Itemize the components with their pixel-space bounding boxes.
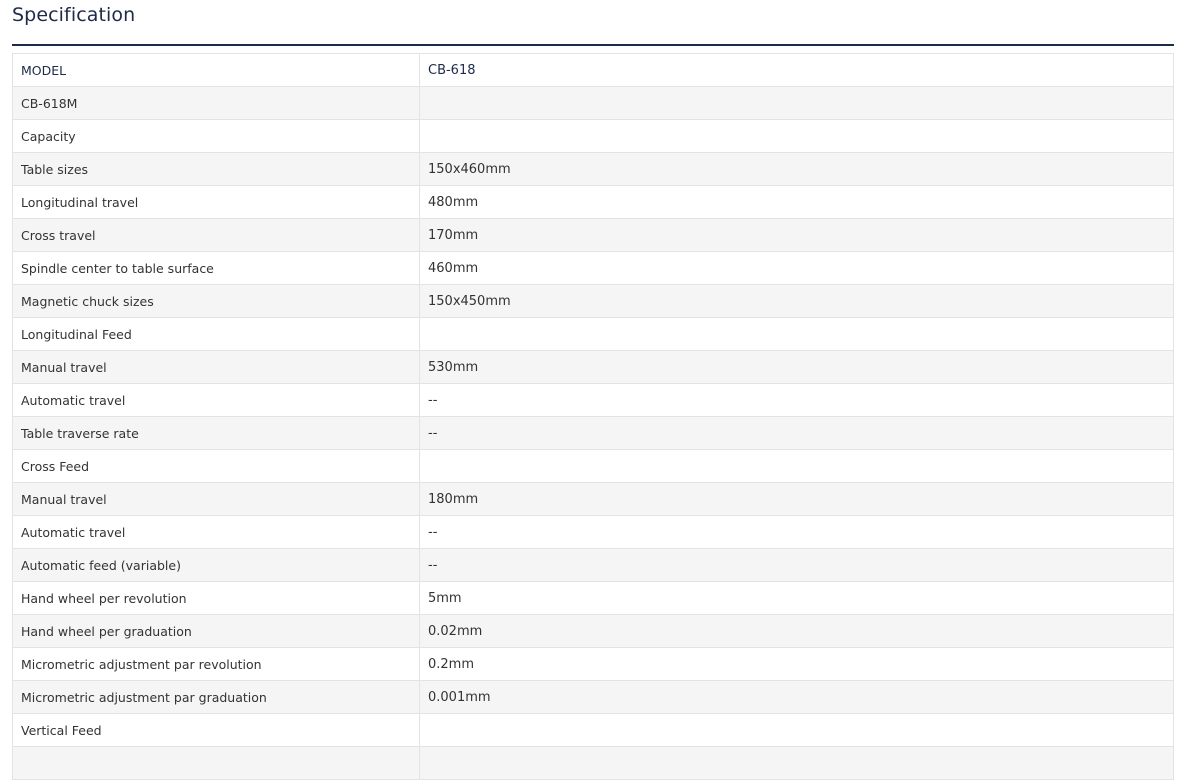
spec-label-cell: Longitudinal Feed (12, 317, 420, 351)
spec-label-cell: Table traverse rate (12, 416, 420, 450)
spec-label-cell: CB-618M (12, 86, 420, 120)
spec-value-cell: 0.2mm (419, 647, 1174, 681)
spec-label-cell: Manual travel (12, 350, 420, 384)
spec-value-cell: 480mm (419, 185, 1174, 219)
page-title: Specification (12, 4, 136, 26)
title-divider (12, 44, 1174, 46)
table-row: Table traverse rate -- (12, 416, 1174, 450)
spec-value-cell: 170mm (419, 218, 1174, 252)
table-row (12, 746, 1174, 780)
table-row: Automatic feed (variable) -- (12, 548, 1174, 582)
spec-value-cell: 460mm (419, 251, 1174, 285)
table-row: MODEL CB-618 (12, 53, 1174, 87)
specification-table: MODEL CB-618 CB-618M Capacity Table sizes 150… (12, 53, 1174, 780)
spec-label-cell: Automatic travel (12, 383, 420, 417)
table-row: Micrometric adjustment par revolution 0.2… (12, 647, 1174, 681)
spec-value-cell: -- (419, 548, 1174, 582)
spec-label-cell: Hand wheel per revolution (12, 581, 420, 615)
spec-value-cell: CB-618 (419, 53, 1174, 87)
spec-value-cell: 5mm (419, 581, 1174, 615)
spec-label-cell: MODEL (12, 53, 420, 87)
specification-page: Specification MODEL CB-618 CB-618M Capacity… (0, 0, 1181, 780)
spec-value-cell (419, 119, 1174, 153)
spec-label-cell (12, 746, 420, 780)
spec-value-cell (419, 86, 1174, 120)
spec-value-cell: 0.001mm (419, 680, 1174, 714)
spec-value-cell: 0.02mm (419, 614, 1174, 648)
table-row: Cross travel 170mm (12, 218, 1174, 252)
table-row: Cross Feed (12, 449, 1174, 483)
table-row: Hand wheel per revolution 5mm (12, 581, 1174, 615)
table-row: Manual travel 530mm (12, 350, 1174, 384)
spec-label-cell: Table sizes (12, 152, 420, 186)
table-row: Longitudinal Feed (12, 317, 1174, 351)
table-row: Capacity (12, 119, 1174, 153)
spec-label-cell: Hand wheel per graduation (12, 614, 420, 648)
spec-value-cell (419, 746, 1174, 780)
table-row: CB-618M (12, 86, 1174, 120)
spec-value-cell (419, 713, 1174, 747)
table-row: Hand wheel per graduation 0.02mm (12, 614, 1174, 648)
spec-label-cell: Vertical Feed (12, 713, 420, 747)
table-row: Table sizes 150x460mm (12, 152, 1174, 186)
table-row: Manual travel 180mm (12, 482, 1174, 516)
specification-table-body: MODEL CB-618 CB-618M Capacity Table sizes 150… (12, 53, 1174, 780)
spec-label-cell: Automatic feed (variable) (12, 548, 420, 582)
table-row: Micrometric adjustment par graduation 0.0… (12, 680, 1174, 714)
spec-value-cell: -- (419, 416, 1174, 450)
table-row: Automatic travel -- (12, 383, 1174, 417)
spec-value-cell (419, 449, 1174, 483)
spec-value-cell: 150x460mm (419, 152, 1174, 186)
spec-label-cell: Automatic travel (12, 515, 420, 549)
spec-label-cell: Micrometric adjustment par revolution (12, 647, 420, 681)
table-row: Vertical Feed (12, 713, 1174, 747)
table-row: Magnetic chuck sizes 150x450mm (12, 284, 1174, 318)
spec-value-cell: -- (419, 383, 1174, 417)
spec-label-cell: Cross travel (12, 218, 420, 252)
spec-label-cell: Manual travel (12, 482, 420, 516)
spec-label-cell: Magnetic chuck sizes (12, 284, 420, 318)
spec-value-cell: 150x450mm (419, 284, 1174, 318)
spec-value-cell: 530mm (419, 350, 1174, 384)
spec-label-cell: Cross Feed (12, 449, 420, 483)
spec-label-cell: Micrometric adjustment par graduation (12, 680, 420, 714)
spec-value-cell: -- (419, 515, 1174, 549)
spec-label-cell: Capacity (12, 119, 420, 153)
spec-label-cell: Longitudinal travel (12, 185, 420, 219)
table-row: Spindle center to table surface 460mm (12, 251, 1174, 285)
spec-label-cell: Spindle center to table surface (12, 251, 420, 285)
spec-value-cell (419, 317, 1174, 351)
table-row: Longitudinal travel 480mm (12, 185, 1174, 219)
spec-value-cell: 180mm (419, 482, 1174, 516)
table-row: Automatic travel -- (12, 515, 1174, 549)
